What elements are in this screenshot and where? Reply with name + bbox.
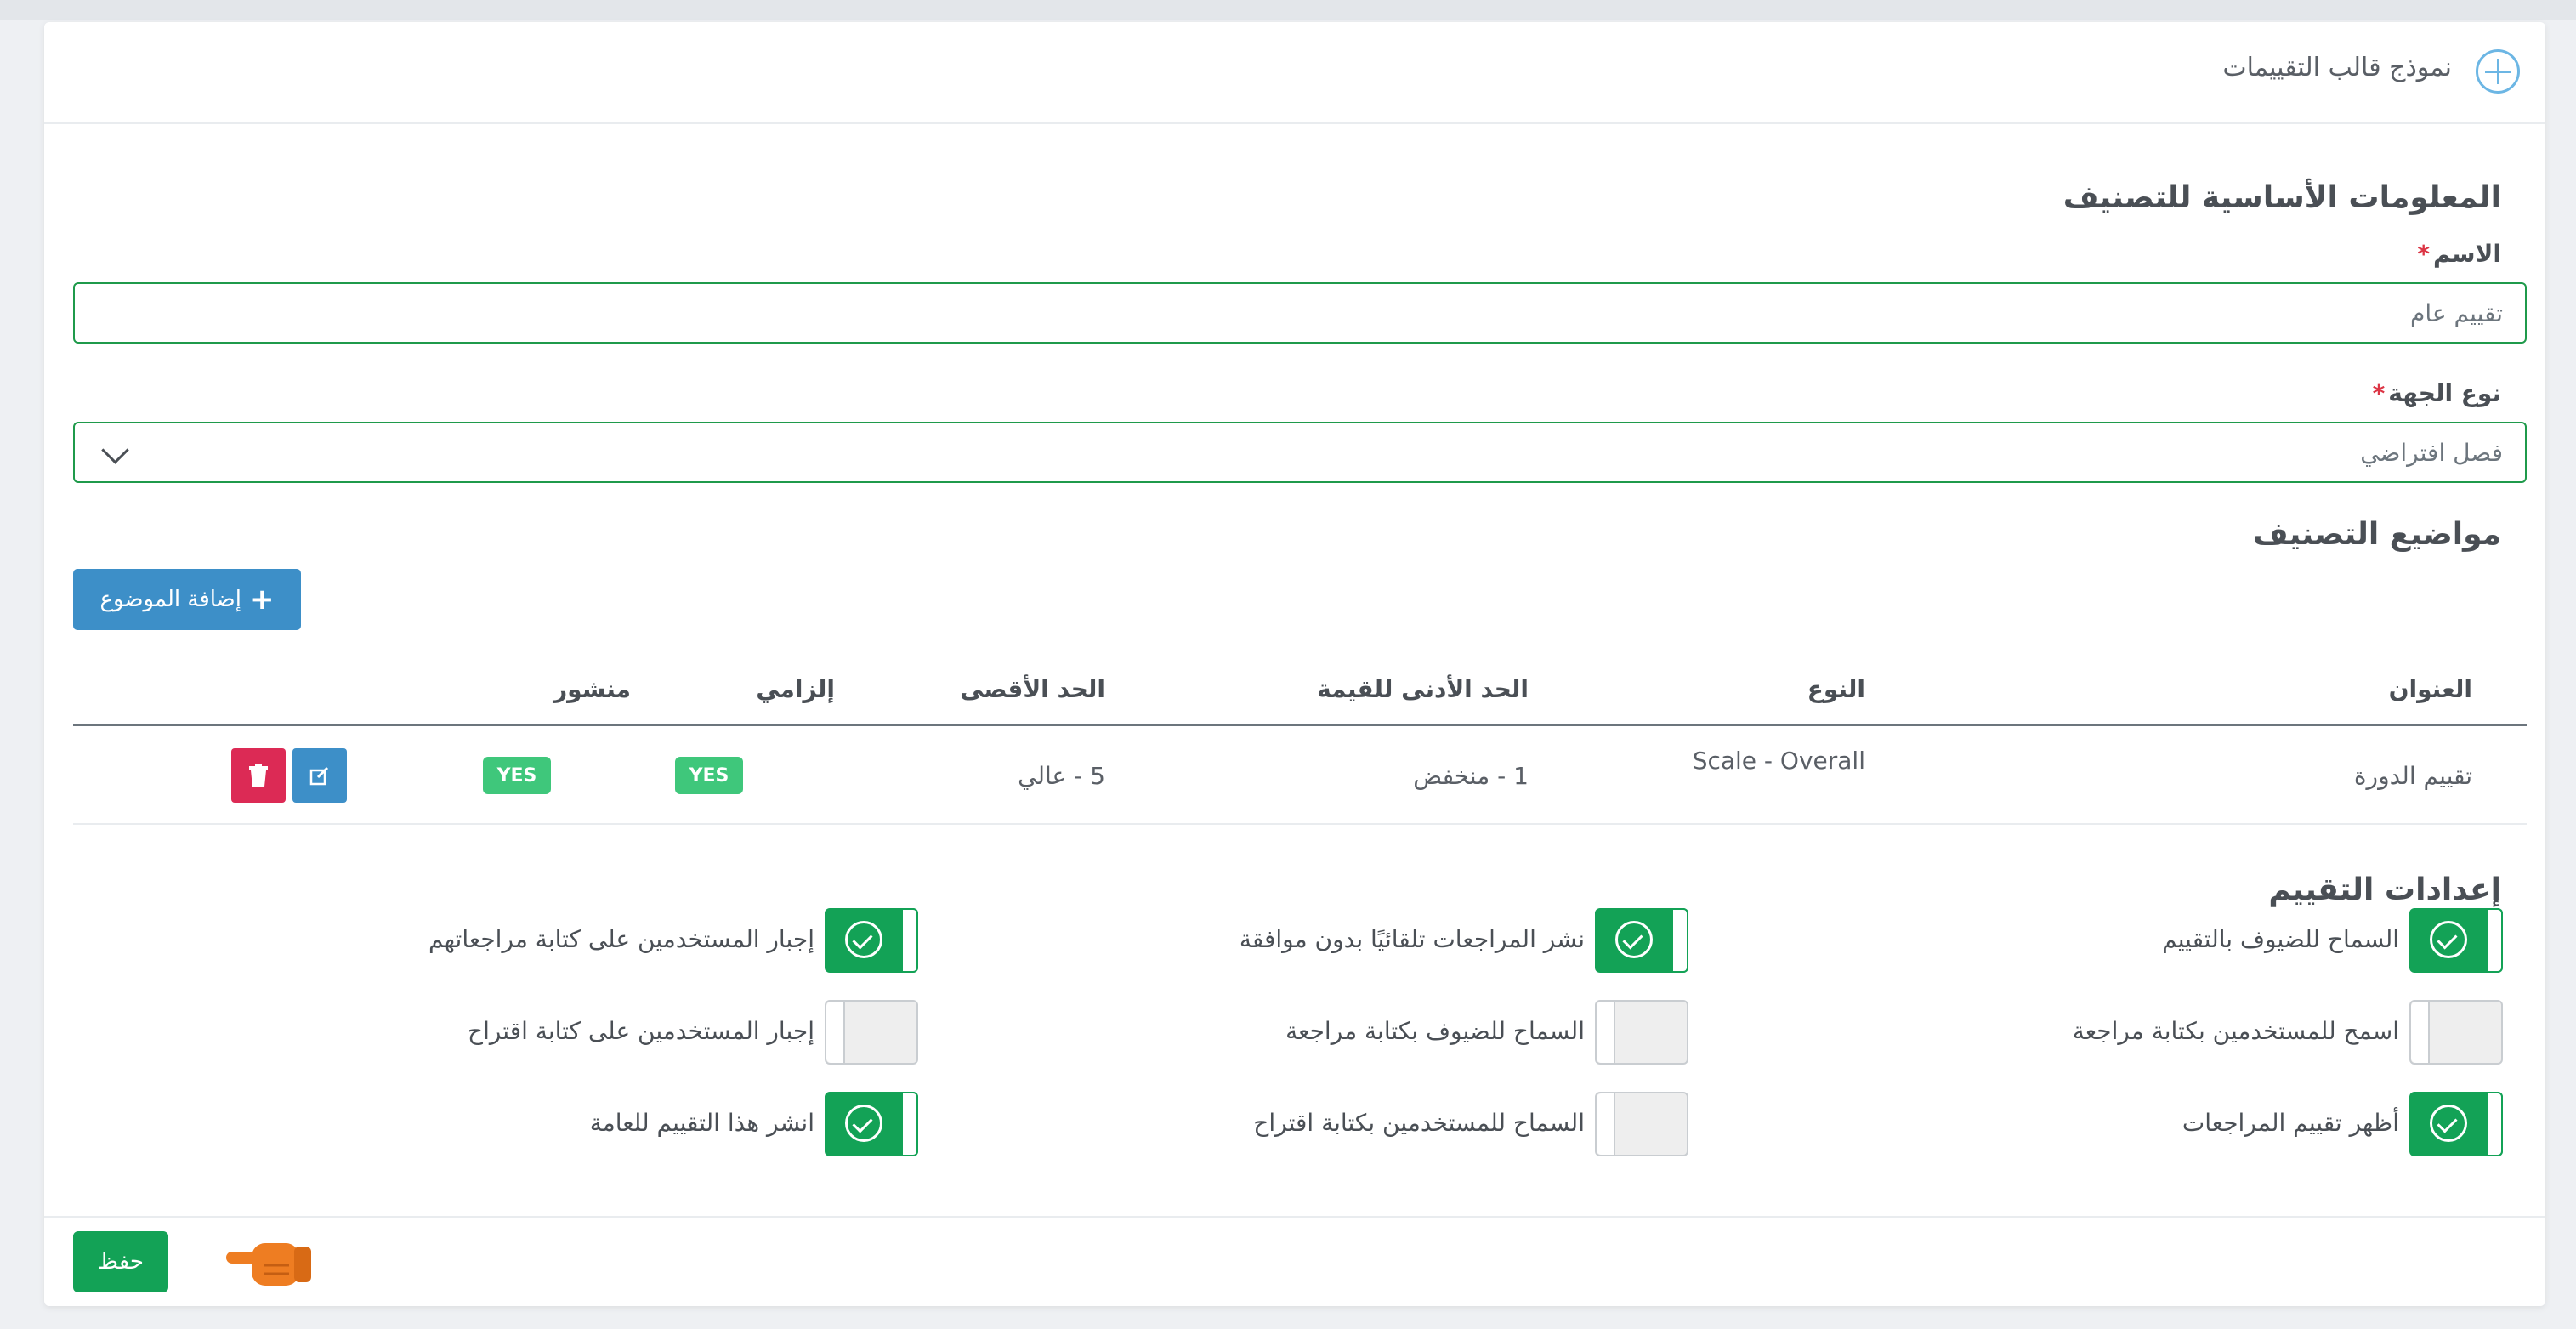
name-label-text: الاسم: [2433, 240, 2501, 268]
check-circle-icon: [1615, 921, 1653, 958]
toggle-show-review-rating[interactable]: [2409, 1092, 2503, 1156]
edit-button[interactable]: [292, 748, 347, 803]
col-min: الحد الأدنى للقيمة: [1317, 675, 1529, 703]
name-input[interactable]: [73, 282, 2527, 344]
setting-label: السماح للضيوف بكتابة مراجعة: [1285, 1017, 1585, 1045]
add-topic-label: إضافة الموضوع: [99, 587, 242, 612]
row-min: 1 - منخفض: [1413, 762, 1529, 790]
save-button[interactable]: حفظ: [73, 1231, 168, 1292]
toggle-allow-users-suggestion[interactable]: [1595, 1092, 1688, 1156]
col-title: العنوان: [2388, 675, 2472, 703]
col-required: إلزامي: [756, 675, 835, 703]
toggle-knob: [901, 1092, 918, 1156]
setting-label: اسمح للمستخدمين بكتابة مراجعة: [2072, 1017, 2399, 1045]
top-band: [0, 0, 2576, 20]
toggle-knob: [1597, 1093, 1615, 1155]
toggle-allow-guests-review[interactable]: [1595, 1000, 1688, 1065]
setting-label: انشر هذا التقييم للعامة: [589, 1109, 814, 1137]
col-max: الحد الأقصى: [960, 675, 1105, 703]
toggle-knob: [826, 1002, 845, 1063]
row-max: 5 - عالي: [1018, 762, 1105, 790]
topics-title: مواضيع التصنيف: [2252, 517, 2501, 552]
row-title: تقييم الدورة: [2353, 762, 2472, 790]
toggle-knob: [1671, 908, 1688, 973]
toggle-publish-public[interactable]: [825, 1092, 918, 1156]
toggle-auto-publish[interactable]: [1595, 908, 1688, 973]
plus-circle-icon[interactable]: [2476, 49, 2520, 94]
check-circle-icon: [2430, 921, 2467, 958]
toggle-force-review[interactable]: [825, 908, 918, 973]
check-circle-icon: [845, 1105, 882, 1142]
required-mark: *: [2417, 240, 2431, 268]
setting-label: السماح للمستخدمين بكتابة اقتراح: [1253, 1109, 1585, 1137]
row-divider: [73, 823, 2527, 825]
setting-label: إجبار المستخدمين على كتابة اقتراح: [468, 1017, 814, 1045]
pointing-hand-icon: [226, 1243, 311, 1286]
setting-label: أظهر تقييم المراجعات: [2182, 1109, 2399, 1137]
toggle-knob: [1597, 1002, 1615, 1063]
toggle-knob: [2411, 1002, 2430, 1063]
row-type: Scale - Overall: [1692, 747, 1865, 775]
check-circle-icon: [2430, 1105, 2467, 1142]
published-badge: YES: [483, 757, 551, 794]
footer-divider: [44, 1216, 2545, 1218]
setting-label: نشر المراجعات تلقائيًا بدون موافقة: [1239, 925, 1585, 953]
entity-type-value: فصل افتراضي: [2360, 439, 2503, 467]
table-header-divider: [73, 724, 2527, 726]
toggle-allow-guests-rate[interactable]: [2409, 908, 2503, 973]
entity-type-select[interactable]: فصل افتراضي: [73, 422, 2527, 483]
basic-info-title: المعلومات الأساسية للتصنيف: [2063, 180, 2501, 215]
toggle-knob: [2486, 908, 2503, 973]
toggle-knob: [2486, 1092, 2503, 1156]
delete-button[interactable]: [231, 748, 286, 803]
plus-icon: +: [250, 582, 275, 616]
rating-template-card: نموذج قالب التقييمات المعلومات الأساسية …: [44, 22, 2545, 1306]
settings-title: إعدادات التقييم: [2268, 872, 2501, 907]
toggle-knob: [901, 908, 918, 973]
add-topic-button[interactable]: + إضافة الموضوع: [73, 569, 301, 630]
entity-type-label: نوع الجهة*: [2373, 379, 2501, 407]
setting-label: إجبار المستخدمين على كتابة مراجعاتهم: [428, 925, 814, 953]
chevron-down-icon: [101, 436, 129, 464]
card-header: نموذج قالب التقييمات: [44, 22, 2545, 124]
name-label: الاسم*: [2417, 240, 2501, 268]
col-published: منشور: [553, 675, 631, 703]
entity-type-label-text: نوع الجهة: [2388, 379, 2501, 407]
trash-icon: [249, 764, 268, 787]
setting-label: السماح للضيوف بالتقييم: [2162, 925, 2399, 953]
col-type: النوع: [1807, 675, 1865, 703]
toggle-force-suggestion[interactable]: [825, 1000, 918, 1065]
check-circle-icon: [845, 921, 882, 958]
required-mark: *: [2372, 379, 2386, 407]
required-badge: YES: [675, 757, 743, 794]
toggle-allow-users-review[interactable]: [2409, 1000, 2503, 1065]
page-title: نموذج قالب التقييمات: [2222, 53, 2452, 82]
edit-icon: [309, 766, 329, 786]
